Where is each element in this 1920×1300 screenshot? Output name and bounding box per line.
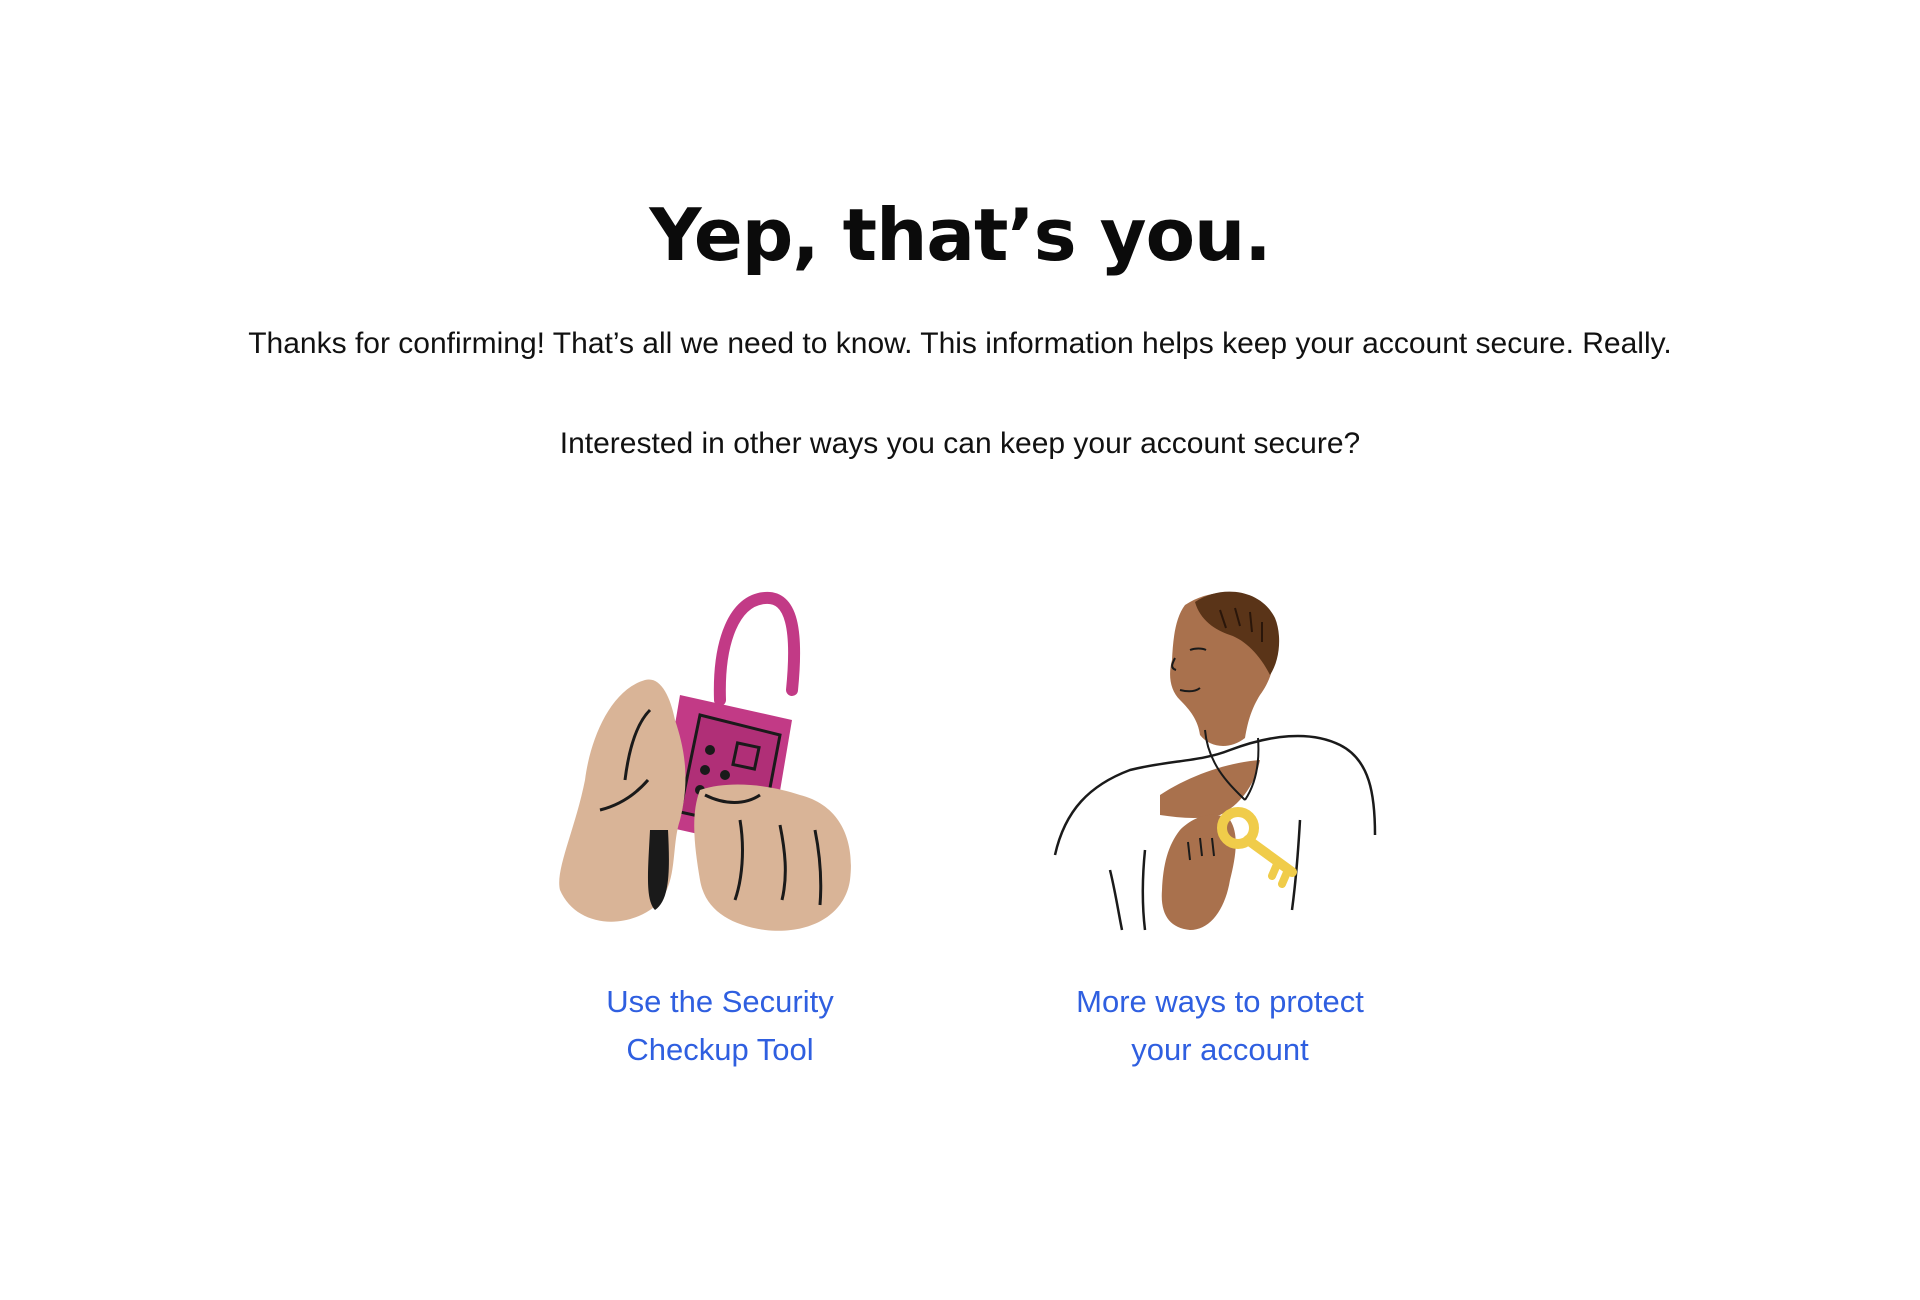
page-title: Yep, that’s you. [649,193,1271,277]
protect-account-link[interactable]: More ways to protect your account [1050,978,1390,1074]
hands-holding-padlock-illustration [559,591,851,931]
security-checkup-card: Use the Security Checkup Tool [510,580,930,1074]
security-checkup-link[interactable]: Use the Security Checkup Tool [550,978,890,1074]
protect-account-card: More ways to protect your account [1010,580,1430,1074]
confirmation-message: Thanks for confirming! That’s all we nee… [248,327,1672,360]
security-confirmation-page: Yep, that’s you. Thanks for confirming! … [0,0,1920,1300]
person-holding-key-illustration [1053,591,1377,931]
secure-account-question: Interested in other ways you can keep yo… [559,427,1361,460]
